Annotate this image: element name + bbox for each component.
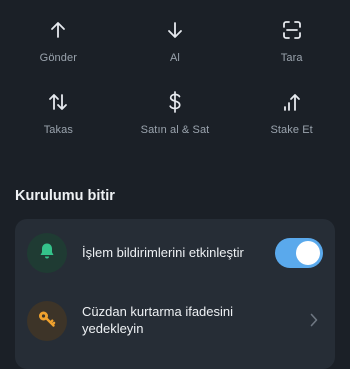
arrow-down-icon — [163, 18, 187, 42]
quick-actions-grid: Gönder Al Tara Takas Satın al & Sat Stak… — [0, 18, 350, 140]
key-badge — [27, 301, 67, 341]
bell-badge — [27, 233, 67, 273]
send-action[interactable]: Gönder — [0, 18, 117, 68]
chevron-right-icon — [309, 312, 319, 328]
setup-card: İşlem bildirimlerini etkinleştir Cüzdan … — [15, 219, 335, 369]
stake-label: Stake Et — [270, 124, 313, 136]
toggle-knob — [296, 241, 320, 265]
dollar-icon — [163, 90, 187, 114]
bell-icon — [38, 242, 56, 265]
buy-sell-label: Satın al & Sat — [140, 124, 210, 136]
backup-phrase-row[interactable]: Cüzdan kurtarma ifadesini yedekleyin — [15, 299, 335, 343]
notifications-label: İşlem bildirimlerini etkinleştir — [82, 245, 244, 260]
receive-label: Al — [170, 52, 180, 64]
stake-icon — [280, 90, 304, 114]
notifications-row[interactable]: İşlem bildirimlerini etkinleştir — [15, 233, 335, 273]
stake-action[interactable]: Stake Et — [233, 90, 350, 140]
receive-action[interactable]: Al — [117, 18, 234, 68]
scan-label: Tara — [280, 52, 303, 64]
swap-action[interactable]: Takas — [0, 90, 117, 140]
arrow-up-icon — [46, 18, 70, 42]
key-icon — [37, 309, 57, 334]
swap-label: Takas — [43, 124, 73, 136]
backup-phrase-label: Cüzdan kurtarma ifadesini yedekleyin — [82, 304, 234, 336]
swap-icon — [46, 90, 70, 114]
scan-action[interactable]: Tara — [233, 18, 350, 68]
setup-section-title: Kurulumu bitir — [15, 188, 115, 204]
buy-sell-action[interactable]: Satın al & Sat — [117, 90, 234, 140]
scan-icon — [280, 18, 304, 42]
send-label: Gönder — [39, 52, 77, 64]
notifications-toggle[interactable] — [275, 238, 323, 268]
